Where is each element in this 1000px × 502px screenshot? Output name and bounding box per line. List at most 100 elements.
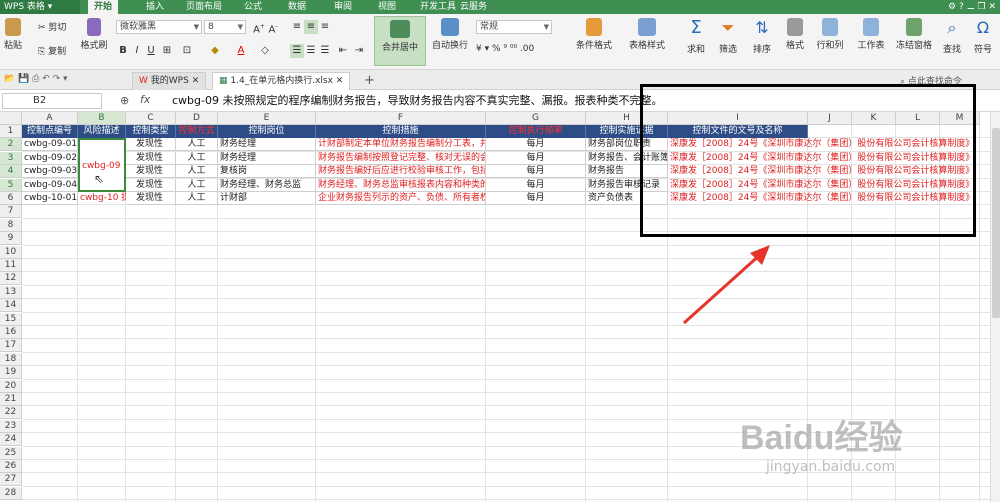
row-header-24[interactable]: 24 [0,433,22,447]
fx-icon[interactable]: fx [140,93,150,106]
row-header-7[interactable]: 7 [0,205,22,219]
column-header-f[interactable]: F [316,112,486,125]
freeze-button[interactable]: 冻结窗格 [892,18,936,51]
row-header-19[interactable]: 19 [0,366,22,380]
row-header-2[interactable]: 2 [0,138,22,152]
align-right-button[interactable]: ☰ [318,44,332,58]
cell-control-post[interactable]: 财务经理、财务总监 [218,178,316,192]
quick-access-toolbar[interactable]: 📂 💾 ⎙ ↶ ↷ ▾ [4,74,68,84]
format-painter-button[interactable]: 格式刷 [74,18,114,51]
row-header-6[interactable]: 6 [0,192,22,205]
cell-frequency[interactable]: 每月 [486,192,586,205]
cell-control-measure[interactable]: 财务报告编制按照登记完整、核对无误的会 [316,151,486,165]
format-button[interactable]: 格式 [780,18,810,51]
cell-control-id[interactable]: cwbg-09-01 [22,138,78,152]
row-header-23[interactable]: 23 [0,419,22,433]
cell-control-type[interactable]: 发现性 [126,151,176,165]
align-middle-button[interactable]: ≡ [304,20,318,34]
row-header-18[interactable]: 18 [0,352,22,366]
copy-button[interactable]: ⎘ 复制 [38,44,66,57]
font-size-select[interactable]: 8 ▼ [204,20,246,34]
row-header-27[interactable]: 27 [0,473,22,487]
table-header-cell[interactable]: 控制类型 [126,125,176,138]
row-header-13[interactable]: 13 [0,285,22,299]
cell-control-measure[interactable]: 财务报告编好后应进行校验审核工作，包括 [316,165,486,179]
row-header-12[interactable]: 12 [0,272,22,286]
row-header-25[interactable]: 25 [0,446,22,460]
font-grow-button[interactable]: A+ [252,20,266,35]
row-header-5[interactable]: 5 [0,178,22,192]
row-header-10[interactable]: 10 [0,245,22,259]
italic-button[interactable]: I [130,44,144,58]
bold-button[interactable]: B [116,44,130,58]
cell-control-mode[interactable]: 人工 [176,178,218,192]
cell-control-id[interactable]: cwbg-09-03 [22,165,78,179]
filter-button[interactable]: ⏷ 筛选 [712,18,744,55]
row-header-28[interactable]: 28 [0,486,22,500]
row-header-8[interactable]: 8 [0,218,22,232]
cell-control-post[interactable]: 计财部 [218,192,316,205]
column-header-e[interactable]: E [218,112,316,125]
conditional-format-button[interactable]: 条件格式 [566,18,622,51]
window-controls[interactable]: ⚙ ? ⚊ ❐ ✕ [948,0,996,14]
border-button[interactable]: ⊞ [160,44,174,58]
scrollbar-thumb[interactable] [992,128,1000,318]
select-all-corner[interactable] [0,112,22,125]
zoom-icon[interactable]: ⊕ [120,94,129,107]
indent-button[interactable]: ⇤ [336,44,350,58]
row-header-11[interactable]: 11 [0,259,22,272]
worksheet-button[interactable]: 工作表 [852,18,890,51]
row-header-3[interactable]: 3 [0,151,22,165]
row-header-26[interactable]: 26 [0,460,22,473]
table-header-cell[interactable]: 控制方式 [176,125,218,138]
cell-control-id[interactable]: cwbg-10-01 [22,192,78,205]
row-header-16[interactable]: 16 [0,326,22,339]
menu-tab-1[interactable]: 插入 [146,0,164,14]
clear-format-button[interactable]: ◇ [258,44,272,58]
formula-content[interactable]: cwbg-09 未按照规定的程序编制财务报告，导致财务报告内容不真实完整、漏报。… [172,93,662,109]
cell-control-mode[interactable]: 人工 [176,192,218,205]
menu-tab-4[interactable]: 数据 [288,0,306,14]
align-left-button[interactable]: ☰ [290,44,304,58]
column-header-d[interactable]: D [176,112,218,125]
underline-button[interactable]: U [144,44,158,58]
cell-control-mode[interactable]: 人工 [176,138,218,152]
table-header-cell[interactable]: 控制措施 [316,125,486,138]
cell-control-post[interactable]: 财务经理 [218,151,316,165]
menu-tab-6[interactable]: 视图 [378,0,396,14]
cell-control-post[interactable]: 复核岗 [218,165,316,179]
cell-control-post[interactable]: 财务经理 [218,138,316,152]
cell-control-id[interactable]: cwbg-09-02 [22,151,78,165]
row-header-15[interactable]: 15 [0,312,22,326]
fill-color-button[interactable]: ◆ [208,44,222,58]
number-format-shortcuts[interactable]: ¥ ▾ % ⁹ ⁰⁰ .00 [476,44,534,54]
tab-my-wps[interactable]: W 我的WPS ✕ [132,72,207,90]
row-header-4[interactable]: 4 [0,165,22,179]
table-style-button[interactable]: 表格样式 [622,18,672,51]
menu-tab-0[interactable]: 开始 [88,0,119,14]
row-header-17[interactable]: 17 [0,339,22,353]
table-header-cell[interactable]: 控制执行频率 [486,125,586,138]
menu-tab-3[interactable]: 公式 [244,0,262,14]
cell-control-mode[interactable]: 人工 [176,151,218,165]
rows-cols-button[interactable]: 行和列 [812,18,848,51]
symbol-button[interactable]: Ω 符号 [968,18,998,55]
menu-tab-5[interactable]: 审阅 [334,0,352,14]
cell-frequency[interactable]: 每月 [486,178,586,192]
row-header-21[interactable]: 21 [0,393,22,406]
font-shrink-button[interactable]: A- [266,20,280,35]
merge-center-button[interactable]: 合并居中 [374,16,426,66]
tab-current-workbook[interactable]: ▦ 1.4_在单元格内换行.xlsx ✕ [212,72,351,90]
cell-control-type[interactable]: 发现性 [126,178,176,192]
number-format-select[interactable]: 常规 ▼ [476,20,552,34]
paste-button[interactable]: 粘贴 [2,18,24,51]
cell-frequency[interactable]: 每月 [486,138,586,152]
table-header-cell[interactable]: 控制岗位 [218,125,316,138]
font-name-select[interactable]: 微软雅黑 ▼ [116,20,202,34]
cut-button[interactable]: ✂ 剪切 [38,20,66,33]
cell-frequency[interactable]: 每月 [486,151,586,165]
table-header-cell[interactable]: 风险描述 [78,125,126,138]
cell-control-type[interactable]: 发现性 [126,192,176,205]
name-box[interactable]: B2 [2,93,102,109]
cell-control-type[interactable]: 发现性 [126,138,176,152]
